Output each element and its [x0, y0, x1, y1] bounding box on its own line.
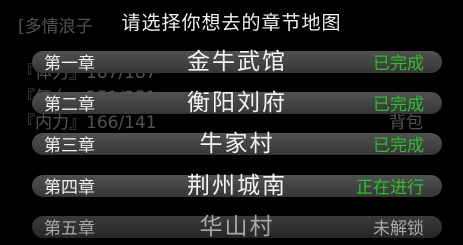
dialog-title: 请选择你想去的章节地图 [121, 12, 342, 34]
chapter-select-dialog: 请选择你想去的章节地图 第一章 金牛武馆 已完成 第二章 衡阳刘府 已完成 第三… [0, 0, 463, 245]
chapter-status: 已完成 [373, 136, 424, 156]
chapter-row-1[interactable]: 第一章 金牛武馆 已完成 [32, 49, 442, 75]
chapter-row-3[interactable]: 第三章 牛家村 已完成 [32, 131, 442, 157]
chapter-status: 已完成 [373, 54, 424, 74]
chapter-status: 未解锁 [373, 219, 424, 239]
chapter-row-5[interactable]: 第五章 华山村 未解锁 [32, 214, 442, 240]
chapter-row-4[interactable]: 第四章 荆州城南 正在进行 [32, 173, 442, 199]
chapter-status: 正在进行 [356, 178, 424, 198]
chapter-row-2[interactable]: 第二章 衡阳刘府 已完成 [32, 90, 442, 116]
chapter-status: 已完成 [373, 95, 424, 115]
